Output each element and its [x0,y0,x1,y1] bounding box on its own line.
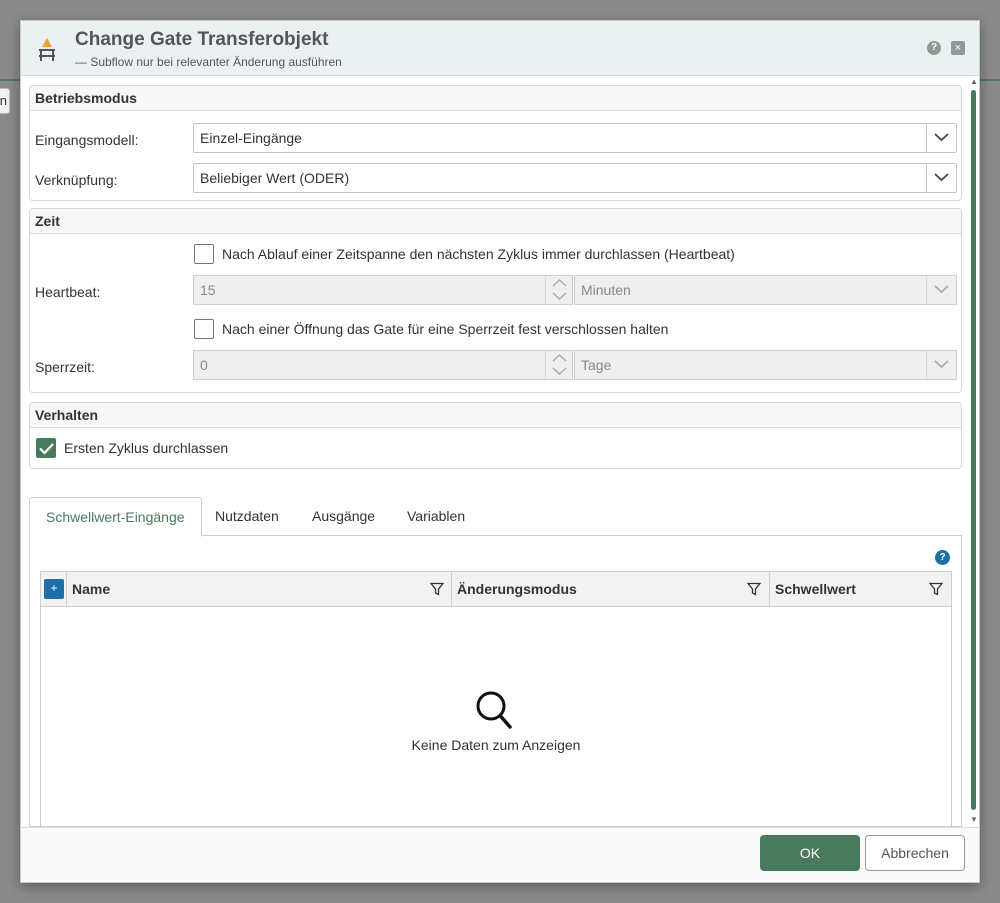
tab-panel-schwellwert: ? + Name Änderungsmodus Schwellwert Kein… [29,535,962,827]
sperrzeit-unit-select[interactable]: Tage [574,350,957,380]
filter-icon[interactable] [430,582,444,596]
grid-header: + Name Änderungsmodus Schwellwert [41,572,951,607]
heartbeat-input[interactable]: 15 [193,275,573,305]
change-gate-dialog: Change Gate Transferobjekt — Subflow nur… [20,20,980,883]
filter-icon[interactable] [929,582,943,596]
verknuepfung-label: Verknüpfung: [35,172,118,188]
dialog-title: Change Gate Transferobjekt [75,29,329,50]
zeit-group: Zeit Nach Ablauf einer Zeitspanne den nä… [29,208,962,393]
verknuepfung-value: Beliebiger Wert (ODER) [200,170,350,186]
betriebsmodus-heading: Betriebsmodus [30,86,961,111]
chevron-down-icon[interactable] [926,124,956,152]
tab-variablen[interactable]: Variablen [391,497,481,537]
scroll-down-icon[interactable]: ▼ [970,816,978,824]
chevron-down-icon[interactable] [926,351,956,379]
zeit-heading: Zeit [30,209,961,234]
spin-down-icon[interactable] [552,291,567,301]
scrollbar-thumb[interactable] [971,90,976,810]
betriebsmodus-group: Betriebsmodus Eingangsmodell: Einzel-Ein… [29,85,962,201]
column-schwellwert-label: Schwellwert [775,581,856,597]
background-partial-button: n [0,88,10,114]
heartbeat-checkbox[interactable] [194,244,214,264]
dialog-header: Change Gate Transferobjekt — Subflow nur… [21,21,979,76]
schwellwert-grid: + Name Änderungsmodus Schwellwert Keine … [40,571,952,827]
spin-up-icon[interactable] [552,278,567,288]
verhalten-group: Verhalten Ersten Zyklus durchlassen [29,402,962,469]
sperrzeit-value: 0 [200,357,208,373]
checkmark-icon [39,443,54,455]
chevron-down-icon[interactable] [926,164,956,192]
sperrzeit-checkbox[interactable] [194,319,214,339]
column-aenderungsmodus[interactable]: Änderungsmodus [451,572,769,607]
verknuepfung-select[interactable]: Beliebiger Wert (ODER) [193,163,957,193]
dialog-content: Betriebsmodus Eingangsmodell: Einzel-Ein… [21,77,979,827]
eingangsmodell-value: Einzel-Eingänge [200,130,302,146]
column-schwellwert[interactable]: Schwellwert [769,572,951,607]
scroll-up-icon[interactable]: ▲ [970,78,978,86]
heartbeat-label: Heartbeat: [35,284,101,300]
column-aenderungsmodus-label: Änderungsmodus [457,581,577,597]
dialog-footer: OK Abbrechen [21,827,979,882]
sperrzeit-spinner[interactable] [545,351,572,379]
heartbeat-spinner[interactable] [545,276,572,304]
ersten-zyklus-checkbox[interactable] [36,438,56,458]
filter-icon[interactable] [747,582,761,596]
spin-up-icon[interactable] [552,353,567,363]
heartbeat-unit-select[interactable]: Minuten [574,275,957,305]
heartbeat-checkbox-label: Nach Ablauf einer Zeitspanne den nächste… [222,246,735,262]
tab-schwellwert-eingaenge[interactable]: Schwellwert-Eingänge [29,497,202,537]
cancel-button[interactable]: Abbrechen [865,835,965,871]
gate-transfer-icon [39,38,55,61]
eingangsmodell-label: Eingangsmodell: [35,132,139,148]
sperrzeit-input[interactable]: 0 [193,350,573,380]
tab-ausgaenge[interactable]: Ausgänge [296,497,391,537]
tab-bar: Schwellwert-Eingänge Nutzdaten Ausgänge … [29,497,962,537]
heartbeat-unit-value: Minuten [581,282,631,298]
close-icon[interactable]: × [951,41,965,55]
sperrzeit-unit-value: Tage [581,357,612,373]
help-icon[interactable]: ? [935,550,950,565]
empty-state-text: Keine Daten zum Anzeigen [411,737,581,753]
eingangsmodell-select[interactable]: Einzel-Eingänge [193,123,957,153]
vertical-scrollbar[interactable]: ▲ ▼ [969,77,979,827]
spin-down-icon[interactable] [552,366,567,376]
help-icon[interactable]: ? [927,41,941,55]
chevron-down-icon[interactable] [926,276,956,304]
ersten-zyklus-label: Ersten Zyklus durchlassen [64,440,229,456]
column-name-label: Name [72,581,111,597]
sperrzeit-checkbox-label: Nach einer Öffnung das Gate für eine Spe… [222,321,669,337]
search-icon [476,691,512,729]
add-row-button[interactable]: + [44,579,64,599]
tab-nutzdaten[interactable]: Nutzdaten [199,497,295,537]
dialog-subtitle: — Subflow nur bei relevanter Änderung au… [75,55,342,69]
column-name[interactable]: Name [66,572,452,607]
ok-button[interactable]: OK [760,835,860,871]
sperrzeit-label: Sperrzeit: [35,359,95,375]
verhalten-heading: Verhalten [30,403,961,428]
heartbeat-value: 15 [200,282,216,298]
